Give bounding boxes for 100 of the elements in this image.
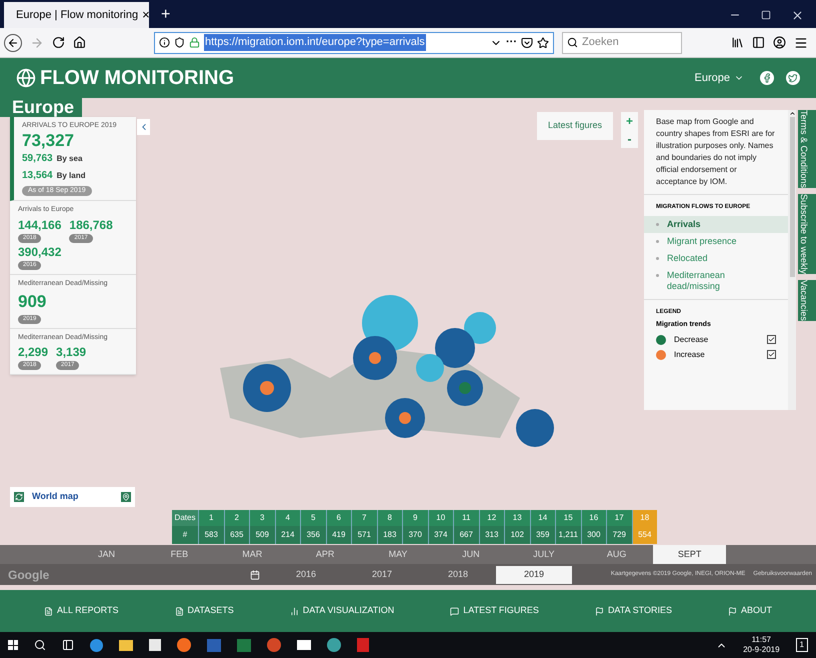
footer-link[interactable]: DATASETS	[174, 604, 234, 618]
day-count: 183	[376, 526, 402, 544]
task-view-icon[interactable]	[62, 639, 74, 651]
footer-link[interactable]: DATA VISUALIZATION	[290, 604, 394, 618]
map-logo: Google	[7, 566, 50, 584]
month-tab[interactable]: SEPT	[653, 545, 726, 564]
zoom-in-button[interactable]: +	[621, 112, 638, 130]
day-tab[interactable]: 13	[504, 510, 530, 526]
world-map-button[interactable]: World map	[10, 487, 135, 507]
month-tab[interactable]: AUG	[580, 545, 654, 564]
day-count: 313	[478, 526, 504, 544]
search-icon[interactable]	[34, 639, 46, 651]
day-count: 729	[606, 526, 632, 544]
reload-icon[interactable]	[52, 36, 65, 49]
search-input[interactable]: Zoeken	[582, 34, 672, 51]
flow-option[interactable]: Mediterranean dead/missing	[644, 267, 788, 295]
day-tab[interactable]: 9	[402, 510, 428, 526]
count-label: #	[172, 526, 198, 544]
page-title: Europe	[0, 98, 82, 117]
month-tab[interactable]: FEB	[142, 545, 216, 564]
month-tab[interactable]: JAN	[70, 545, 143, 564]
sub-value: 59,763	[22, 152, 53, 166]
footer-link-icon	[594, 606, 604, 616]
month-tab[interactable]: APR	[288, 545, 362, 564]
year-tab[interactable]: 2018	[420, 566, 496, 584]
day-tab[interactable]: 5	[300, 510, 326, 526]
flow-option[interactable]: Migrant presence	[644, 233, 788, 250]
day-tab[interactable]: 10	[428, 510, 453, 526]
stat-value: 2,299	[18, 344, 48, 361]
day-tab[interactable]: 1	[198, 510, 224, 526]
side-tab[interactable]: Terms & Conditions	[798, 110, 816, 188]
menu-icon[interactable]	[794, 36, 808, 50]
search-field[interactable]: Zoeken	[562, 32, 682, 54]
day-tab[interactable]: 2	[224, 510, 249, 526]
scroll-up-icon[interactable]	[788, 110, 796, 117]
month-tab[interactable]: MAY	[362, 545, 434, 564]
twitter-icon[interactable]	[786, 71, 800, 85]
close-tab-button[interactable]: ×	[142, 5, 150, 25]
day-count: 554	[632, 526, 657, 544]
bookmark-star-icon[interactable]	[537, 36, 549, 48]
day-tab[interactable]: 6	[326, 510, 351, 526]
back-icon[interactable]	[4, 34, 22, 52]
day-count: 667	[453, 526, 478, 544]
month-tab[interactable]: JUN	[434, 545, 508, 564]
site-logo-text[interactable]: FLOW MONITORING	[40, 63, 234, 93]
calendar-icon	[250, 570, 260, 580]
year-tab[interactable]: 2019	[496, 566, 572, 584]
facebook-icon[interactable]	[760, 71, 774, 85]
account-icon[interactable]	[773, 36, 786, 49]
maximize-icon[interactable]	[761, 10, 771, 20]
url-bar[interactable]: https://migration.iom.int/europe?type=arrivals ···	[154, 32, 554, 54]
pin-icon	[121, 492, 131, 502]
month-tab[interactable]: JULY	[507, 545, 580, 564]
close-icon[interactable]	[791, 8, 804, 22]
day-tab[interactable]: 17	[606, 510, 632, 526]
scrollbar[interactable]	[788, 110, 796, 410]
legend-checkbox[interactable]	[767, 335, 776, 344]
day-tab[interactable]: 18	[632, 510, 657, 526]
latest-figures-button[interactable]: Latest figures	[537, 112, 613, 140]
refresh-icon	[14, 492, 24, 502]
footer-link[interactable]: ABOUT	[728, 604, 772, 618]
zoom-out-button[interactable]: -	[621, 130, 638, 148]
lock-icon	[189, 37, 200, 48]
home-icon[interactable]	[73, 36, 86, 49]
browser-tab[interactable]: Europe | Flow monitoring ×	[4, 2, 149, 28]
year-tab[interactable]: 2016	[268, 566, 344, 584]
start-icon[interactable]	[8, 640, 18, 650]
footer-link-icon	[450, 606, 460, 616]
day-tab[interactable]: 4	[274, 510, 300, 526]
legend-checkbox[interactable]	[767, 350, 776, 359]
day-tab[interactable]: 16	[580, 510, 606, 526]
day-tab[interactable]: 3	[249, 510, 274, 526]
library-icon[interactable]	[731, 36, 744, 49]
collapse-panel-button[interactable]	[137, 119, 150, 135]
stat-value: 909	[18, 291, 46, 313]
month-tab[interactable]: MAR	[216, 545, 289, 564]
notification-count[interactable]: 1	[796, 638, 808, 652]
day-count: 583	[198, 526, 224, 544]
page-actions-menu[interactable]: ···	[506, 34, 517, 51]
footer-link[interactable]: ALL REPORTS	[44, 604, 119, 618]
clock-time: 11:57	[752, 635, 772, 645]
day-count: 214	[274, 526, 300, 544]
year-tab[interactable]: 2017	[344, 566, 420, 584]
day-tab[interactable]: 11	[453, 510, 478, 526]
flow-option[interactable]: Relocated	[644, 250, 788, 267]
region-dropdown[interactable]: Europe	[694, 70, 744, 86]
sidebar-icon[interactable]	[752, 36, 765, 49]
day-tab[interactable]: 12	[478, 510, 504, 526]
new-tab-button[interactable]: +	[149, 2, 182, 28]
day-tab[interactable]: 15	[555, 510, 580, 526]
footer-link[interactable]: DATA STORIES	[594, 604, 672, 618]
side-tab[interactable]: Subscribe to weekly	[798, 194, 816, 274]
day-tab[interactable]: 8	[376, 510, 402, 526]
pocket-icon[interactable]	[521, 36, 533, 48]
footer-link[interactable]: LATEST FIGURES	[450, 604, 539, 618]
day-tab[interactable]: 14	[530, 510, 555, 526]
flow-option[interactable]: Arrivals	[644, 216, 788, 233]
side-tab[interactable]: Vacancies	[798, 280, 816, 321]
day-count: 356	[300, 526, 326, 544]
day-tab[interactable]: 7	[351, 510, 376, 526]
